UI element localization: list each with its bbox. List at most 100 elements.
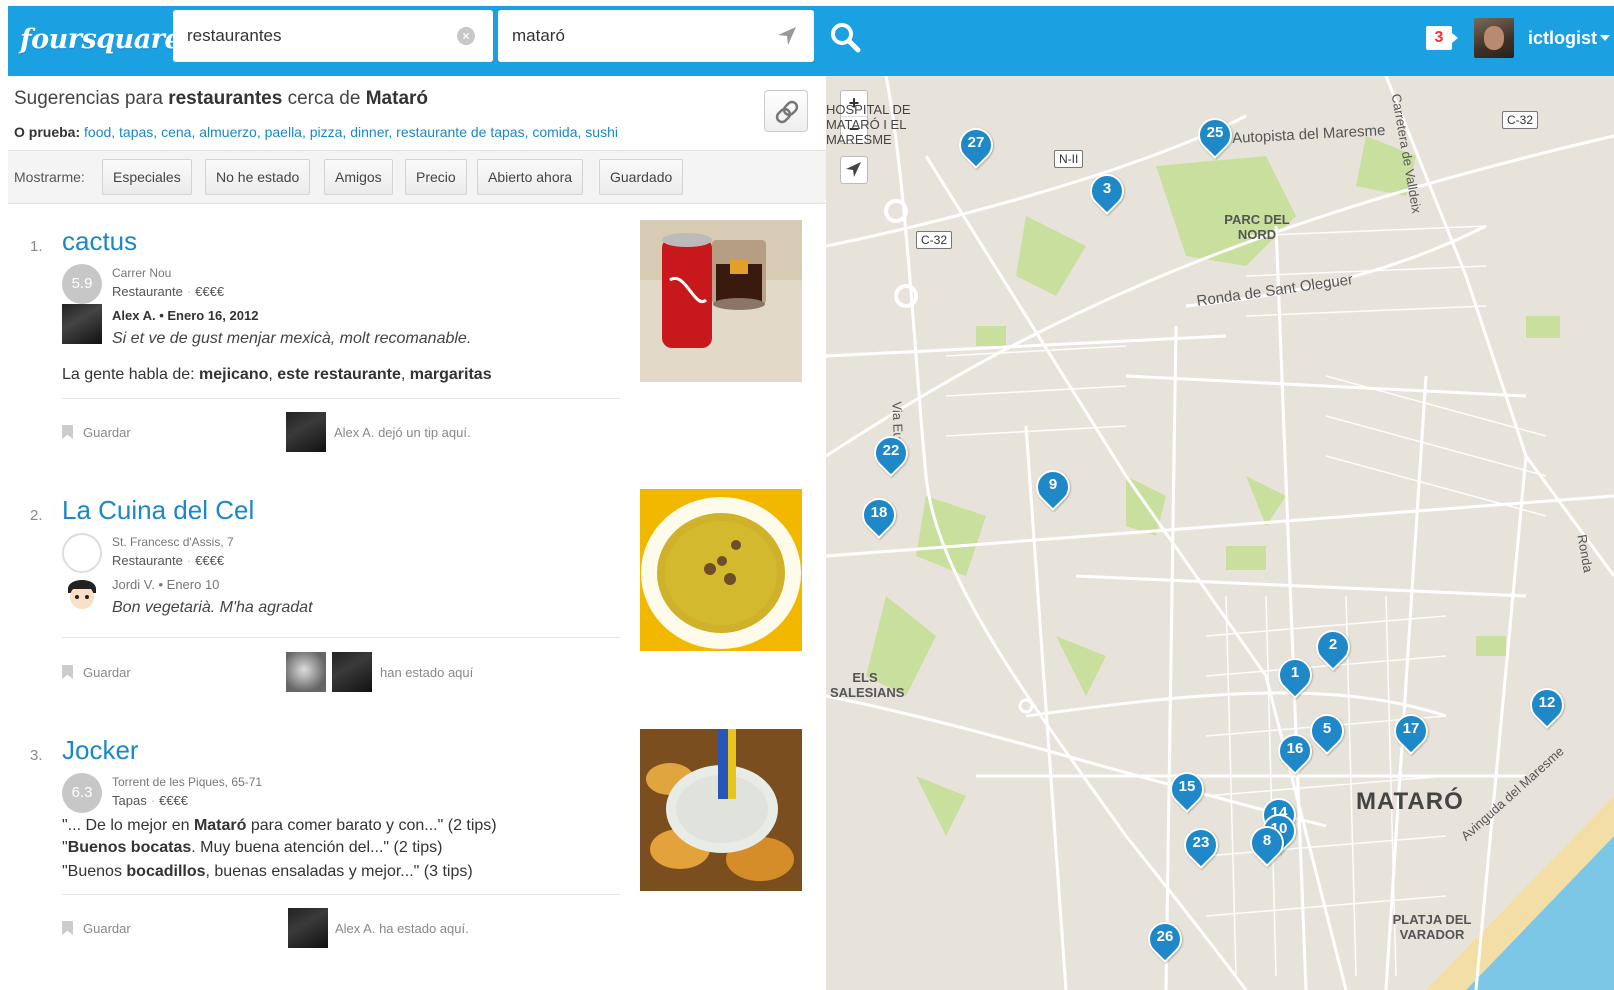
map-pin[interactable]: 5	[1302, 706, 1352, 758]
friend-avatar[interactable]	[332, 652, 372, 692]
venue-score: 5.9	[62, 264, 102, 304]
map-pin[interactable]: 18	[854, 490, 904, 542]
venue-category: Restaurante · €€€€	[112, 553, 225, 568]
venue-photo[interactable]	[640, 489, 802, 651]
map-pin[interactable]: 16	[1270, 726, 1320, 778]
bookmark-icon	[62, 665, 73, 679]
try-also: O prueba: food, tapas, cena, almuerzo, p…	[14, 124, 618, 140]
map-pin[interactable]: 22	[866, 428, 916, 480]
filter-abierto-ahora[interactable]: Abierto ahora	[477, 159, 584, 195]
filter-guardado[interactable]: Guardado	[599, 159, 684, 195]
try-link[interactable]: comida	[532, 124, 577, 140]
map-pin[interactable]: 1	[1270, 650, 1320, 702]
social-text: Alex A. dejó un tip aquí.	[334, 425, 471, 440]
results-panel: Sugerencias para restaurantes cerca de M…	[8, 76, 826, 990]
map-view[interactable]: + − HOSPITAL DE MATARÓ I EL MARESME Auto…	[826, 76, 1614, 990]
location-arrow-icon[interactable]	[776, 25, 798, 47]
venue-name[interactable]: La Cuina del Cel	[62, 495, 254, 526]
try-link[interactable]: tapas	[119, 124, 153, 140]
map-label-parc: PARC DEL NORD	[1224, 212, 1290, 242]
filter-label: Mostrarme:	[14, 169, 85, 185]
venue-photo[interactable]	[640, 729, 802, 891]
save-button[interactable]: Guardar	[62, 665, 131, 680]
map-label-els-salesians: ELS SALESIANS	[830, 670, 905, 700]
try-link[interactable]: paella	[265, 124, 302, 140]
foursquare-logo[interactable]: foursquare	[20, 24, 182, 55]
tip-summary: "Buenos bocatas. Muy buena atención del.…	[62, 839, 443, 856]
share-link-button[interactable]	[764, 90, 808, 132]
user-avatar[interactable]	[1474, 18, 1514, 58]
save-button[interactable]: Guardar	[62, 921, 131, 936]
try-link[interactable]: sushi	[585, 124, 618, 140]
venue-score: 6.3	[62, 773, 102, 813]
save-button[interactable]: Guardar	[62, 425, 131, 440]
clear-icon[interactable]: ×	[457, 27, 475, 45]
divider	[62, 637, 620, 638]
search-query-box[interactable]: ×	[173, 10, 493, 62]
venue-category: Restaurante · €€€€	[112, 284, 225, 299]
bookmark-icon	[62, 425, 73, 439]
filter-precio[interactable]: Precio	[405, 159, 467, 195]
tip-author-avatar[interactable]	[62, 573, 102, 613]
filter-bar: Mostrarme: Especiales No he estado Amigo…	[8, 150, 826, 204]
talk-about: La gente habla de: mejicano, este restau…	[62, 366, 492, 383]
friend-avatar[interactable]	[286, 412, 326, 452]
map-pin[interactable]: 12	[1522, 680, 1572, 732]
map-pin[interactable]: 15	[1162, 764, 1212, 816]
map-pin[interactable]: 25	[1190, 110, 1240, 162]
venue-score	[62, 533, 102, 573]
try-link[interactable]: dinner	[350, 124, 388, 140]
divider	[62, 398, 620, 399]
map-pin[interactable]: 23	[1176, 820, 1226, 872]
friend-avatar[interactable]	[286, 652, 326, 692]
venue-name[interactable]: Jocker	[62, 735, 139, 766]
venue-photo[interactable]	[640, 220, 802, 382]
map-pin[interactable]: 26	[1140, 914, 1190, 966]
road-badge: C-32	[916, 231, 953, 249]
link-icon	[775, 100, 799, 124]
tip-summary: "... De lo mejor en Mataró para comer ba…	[62, 817, 497, 834]
search-query-input[interactable]	[187, 24, 447, 48]
try-link[interactable]: pizza	[310, 124, 343, 140]
search-icon[interactable]	[828, 20, 862, 54]
map-label-platja: PLATJA DEL VARADOR	[1392, 912, 1472, 942]
location-input[interactable]	[512, 24, 772, 48]
notification-badge[interactable]: 3	[1426, 26, 1458, 50]
username-menu[interactable]: ictlogist	[1528, 28, 1597, 49]
divider	[62, 894, 620, 895]
chevron-down-icon[interactable]	[1600, 35, 1610, 41]
locate-button[interactable]	[840, 156, 868, 184]
try-link[interactable]: cena	[161, 124, 191, 140]
venue-name[interactable]: cactus	[62, 226, 137, 257]
location-box[interactable]	[498, 10, 814, 62]
map-pin[interactable]: 17	[1386, 706, 1436, 758]
try-link[interactable]: almuerzo	[199, 124, 257, 140]
tip-author-avatar[interactable]	[62, 304, 102, 344]
social-text: Alex A. ha estado aquí.	[335, 921, 469, 936]
venue-item: 1. cactus 5.9 Carrer Nou Restaurante · €€€…	[8, 220, 826, 470]
venue-rank: 1.	[30, 238, 43, 255]
try-link[interactable]: food	[84, 124, 111, 140]
road-badge: C-32	[1502, 111, 1539, 129]
map-pin[interactable]: 3	[1082, 166, 1132, 218]
map-pin[interactable]: 8	[1242, 818, 1292, 870]
tip-summary: "Buenos bocadillos, buenas ensaladas y m…	[62, 863, 473, 880]
venue-address: St. Francesc d'Assis, 7	[112, 535, 234, 549]
map-label-mataro: MATARÓ	[1356, 788, 1464, 815]
filter-amigos[interactable]: Amigos	[324, 159, 393, 195]
friend-avatar[interactable]	[288, 908, 328, 948]
venue-address: Carrer Nou	[112, 266, 172, 280]
map-pin[interactable]: 9	[1028, 462, 1078, 514]
filter-no-he-estado[interactable]: No he estado	[205, 159, 311, 195]
tip-author: Alex A. • Enero 16, 2012	[112, 308, 259, 323]
top-navbar: foursquare × 3 ictlogist	[8, 6, 1614, 76]
venue-rank: 3.	[30, 747, 43, 764]
venue-rank: 2.	[30, 507, 43, 524]
filter-especiales[interactable]: Especiales	[102, 159, 192, 195]
map-pin[interactable]: 2	[1308, 622, 1358, 674]
location-arrow-icon	[846, 162, 861, 177]
map-label-hospital: HOSPITAL DE MATARÓ I EL MARESME	[826, 102, 911, 147]
map-canvas	[826, 76, 1614, 990]
try-link[interactable]: restaurante de tapas	[396, 124, 524, 140]
map-pin[interactable]: 27	[951, 120, 1001, 172]
